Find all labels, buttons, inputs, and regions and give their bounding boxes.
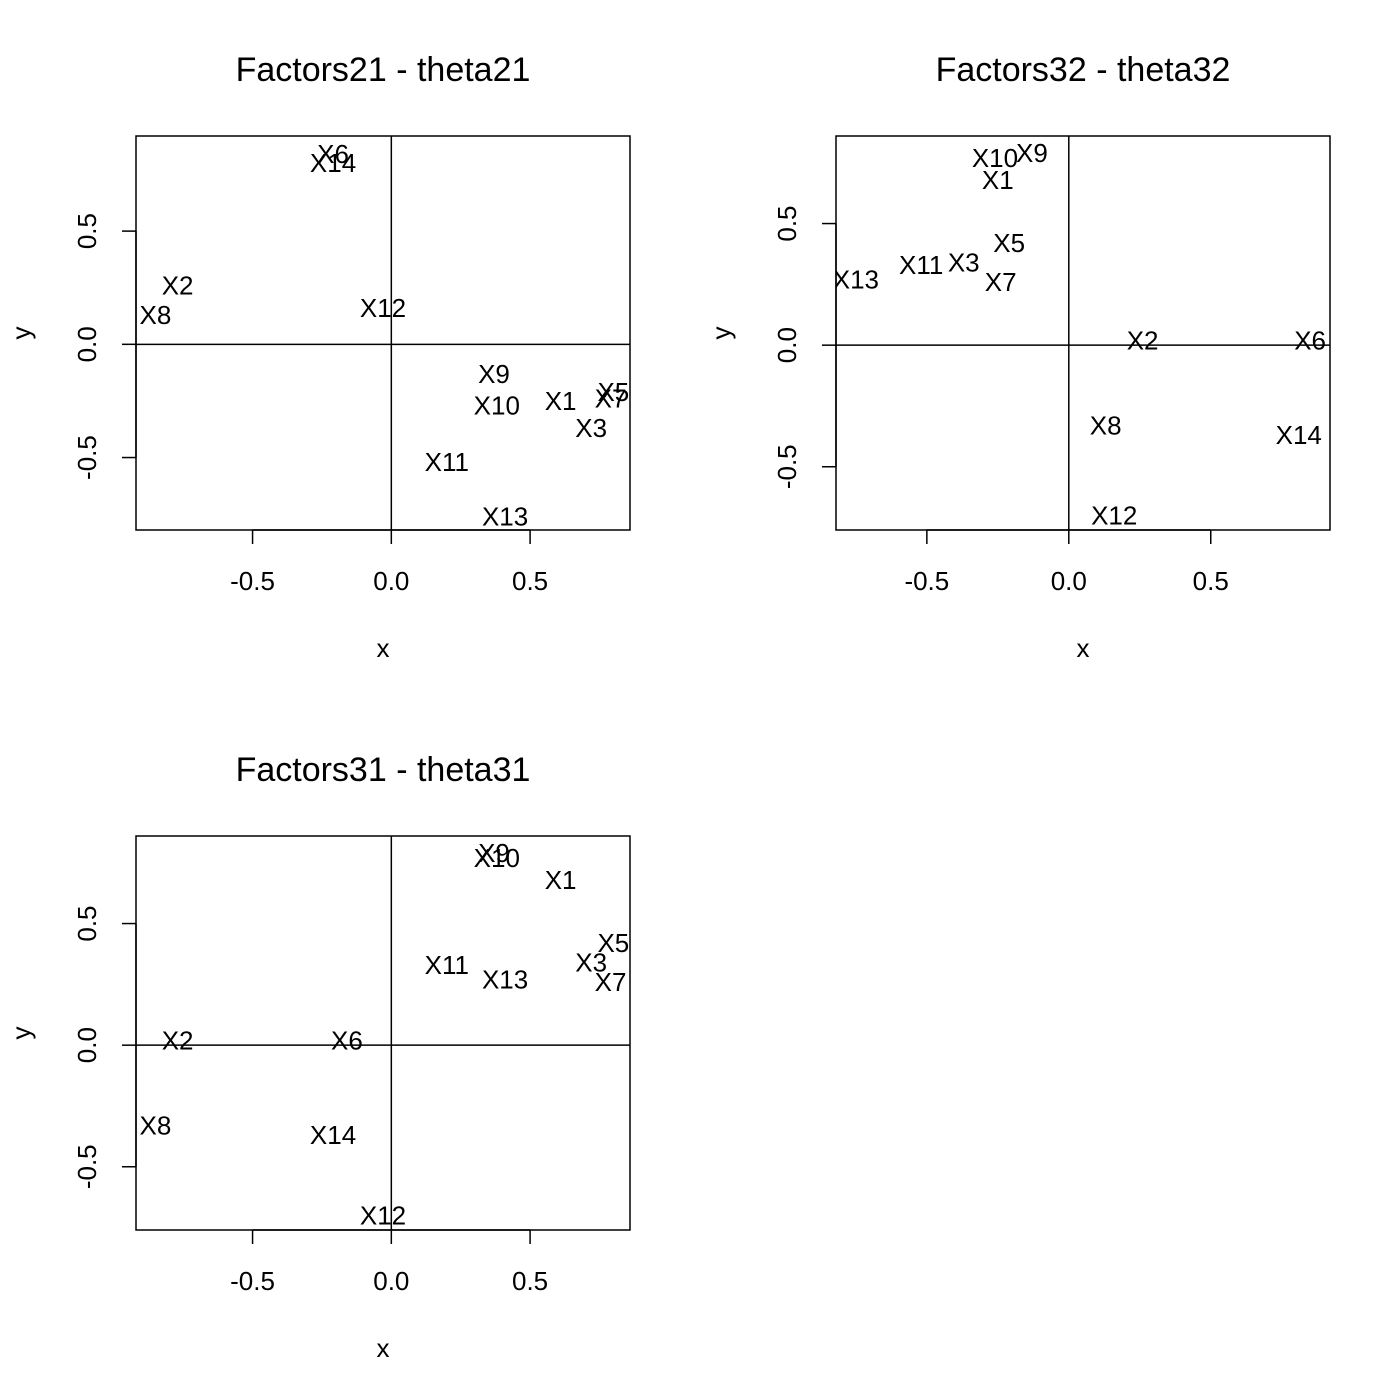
y-tick-label: -0.5 xyxy=(772,444,802,489)
y-tick-label: 0.5 xyxy=(772,205,802,241)
x-tick-label: 0.0 xyxy=(373,1266,409,1296)
point-label-x13: X13 xyxy=(833,264,879,294)
point-labels: X10X9X1X5X11 X3X7X13X2 X6X8 X14X12 xyxy=(833,138,1326,530)
x-tick-label: 0.5 xyxy=(1193,566,1229,596)
point-label-x2: X2 xyxy=(162,1025,194,1055)
x-tick-label: 0.0 xyxy=(1051,566,1087,596)
point-label-x14: X14 xyxy=(310,1120,356,1150)
plot-frame xyxy=(135,135,631,531)
point-label-x6: X6 xyxy=(331,1025,363,1055)
point-label-x1: X1 xyxy=(982,165,1014,195)
point-label-x5: X5 xyxy=(993,228,1025,258)
point-label-x10: X10 xyxy=(474,390,520,420)
point-label-x6: X6 xyxy=(1294,325,1326,355)
point-label-x7: X7 xyxy=(985,267,1017,297)
point-label-x3: X3 xyxy=(575,413,607,443)
point-label-x12: X12 xyxy=(1091,500,1137,530)
point-label-x13: X13 xyxy=(482,501,528,531)
point-label-x13: X13 xyxy=(482,964,528,994)
point-labels: X6X14X2X8 X12X9X10 X1 X5X7X3X11X13 xyxy=(140,139,630,531)
point-label-x8: X8 xyxy=(140,300,172,330)
y-axis-label: y xyxy=(706,327,736,340)
x-tick-label: 0.5 xyxy=(512,1266,548,1296)
x-axis-label: x xyxy=(377,633,390,663)
scatter-plots-figure: Factors21 - theta21 -0.5 0.0 0.5 -0.5 0.0 0.5 x… xyxy=(6,51,1331,1363)
point-label-x11: X11 xyxy=(425,447,469,477)
point-label-x2: X2 xyxy=(162,270,194,300)
chart-panel-2: Factors32 - theta32 -0.5 0.0 0.5 -0.5 0.0 0.5 x… xyxy=(706,51,1331,663)
point-label-x14: X14 xyxy=(310,148,356,178)
point-label-x12: X12 xyxy=(360,293,406,323)
chart-panel-1: Factors21 - theta21 -0.5 0.0 0.5 -0.5 0.0 0.5 x… xyxy=(6,51,631,663)
chart-title: Factors21 - theta21 xyxy=(236,51,531,89)
x-axis-label: x xyxy=(1077,633,1090,663)
y-tick-label: 0.0 xyxy=(72,326,102,362)
chart-panel-3: Factors31 - theta31 -0.5 0.0 0.5 -0.5 0.0 0.5 x… xyxy=(6,751,631,1363)
point-label-x9: X9 xyxy=(478,359,510,389)
point-label-x9: X9 xyxy=(1016,138,1048,168)
point-label-x8: X8 xyxy=(140,1110,172,1140)
chart-title: Factors32 - theta32 xyxy=(936,51,1231,89)
y-tick-label: 0.0 xyxy=(772,327,802,363)
x-axis-label: x xyxy=(377,1333,390,1363)
point-label-x7: X7 xyxy=(595,967,627,997)
y-tick-label: -0.5 xyxy=(72,435,102,480)
point-label-x1: X1 xyxy=(545,865,577,895)
y-axis-label: y xyxy=(6,327,36,340)
chart-title: Factors31 - theta31 xyxy=(236,751,531,789)
y-tick-label: -0.5 xyxy=(72,1144,102,1189)
point-label-x12: X12 xyxy=(360,1200,406,1230)
point-label-x3: X3 xyxy=(948,247,980,277)
y-tick-label: 0.5 xyxy=(72,905,102,941)
point-label-x8: X8 xyxy=(1090,410,1122,440)
x-tick-label: 0.5 xyxy=(512,566,548,596)
x-tick-label: -0.5 xyxy=(230,1266,275,1296)
point-label-x7: X7 xyxy=(595,384,627,414)
plot-frame xyxy=(835,135,1331,531)
x-tick-label: -0.5 xyxy=(904,566,949,596)
point-label-x2: X2 xyxy=(1127,325,1159,355)
x-tick-label: 0.0 xyxy=(373,566,409,596)
y-axis-label: y xyxy=(6,1027,36,1040)
x-tick-label: -0.5 xyxy=(230,566,275,596)
point-label-x1: X1 xyxy=(545,386,577,416)
point-label-x14: X14 xyxy=(1276,420,1322,450)
point-label-x11: X11 xyxy=(425,950,469,980)
point-labels: X9X10X1X5X3X7X11 X13X2 X6X8 X14X12 xyxy=(140,838,630,1230)
y-tick-label: 0.0 xyxy=(72,1027,102,1063)
point-label-x10: X10 xyxy=(474,843,520,873)
y-tick-label: 0.5 xyxy=(72,213,102,249)
point-label-x11: X11 xyxy=(899,250,943,280)
plot-frame xyxy=(135,835,631,1231)
